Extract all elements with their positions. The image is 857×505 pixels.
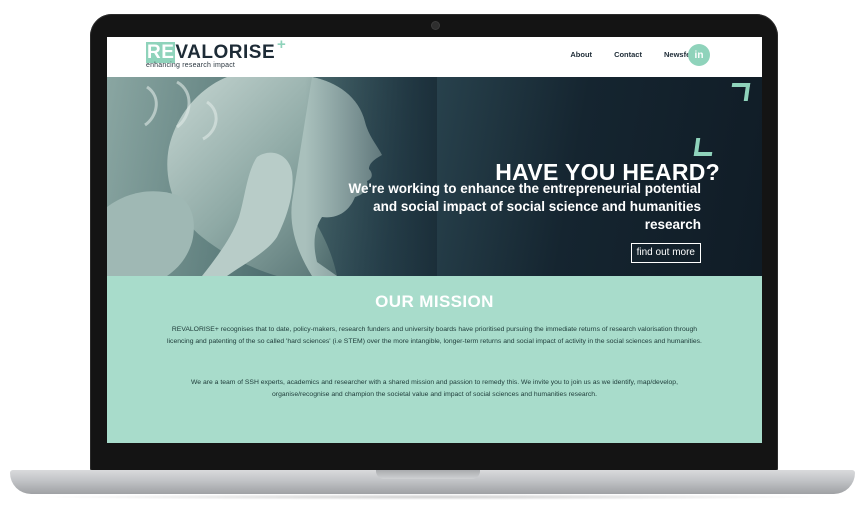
logo-wordmark: REVALORISE [146,42,275,64]
linkedin-icon[interactable]: in [688,44,710,66]
mission-paragraph: We are a team of SSH experts, academics … [191,379,678,398]
find-out-more-button[interactable]: find out more [630,243,701,263]
site-header: REVALORISE + enhancing research impact A… [107,37,762,77]
logo-valorise: VALORISE [175,42,276,63]
nav-link-contact[interactable]: Contact [614,50,642,59]
logo-re: RE [146,42,176,63]
logo-plus: + [277,37,286,53]
laptop-shadow [30,494,835,500]
statue-image [107,77,437,276]
mission-section: OUR MISSION REVALORISE+ recognises that … [107,276,762,443]
main-nav: About Contact Newsfeed [570,50,699,59]
mission-paragraph: REVALORISE+ recognises that to date, pol… [167,326,702,345]
linkedin-icon-label: in [694,49,704,61]
nav-link-about[interactable]: About [570,50,592,59]
site-logo[interactable]: REVALORISE + enhancing research impact [146,37,286,72]
laptop-screen: REVALORISE + enhancing research impact A… [107,37,762,443]
mission-title: OUR MISSION [375,292,494,311]
corner-bracket-decoration [729,83,751,101]
webcam-icon [432,22,439,29]
corner-bracket-decoration [693,138,715,156]
hero-subheading: We're working to enhance the entrepreneu… [348,181,701,232]
laptop-notch [376,470,480,479]
hero-banner: HAVE YOU HEARD? We're working to enhance… [107,77,762,276]
